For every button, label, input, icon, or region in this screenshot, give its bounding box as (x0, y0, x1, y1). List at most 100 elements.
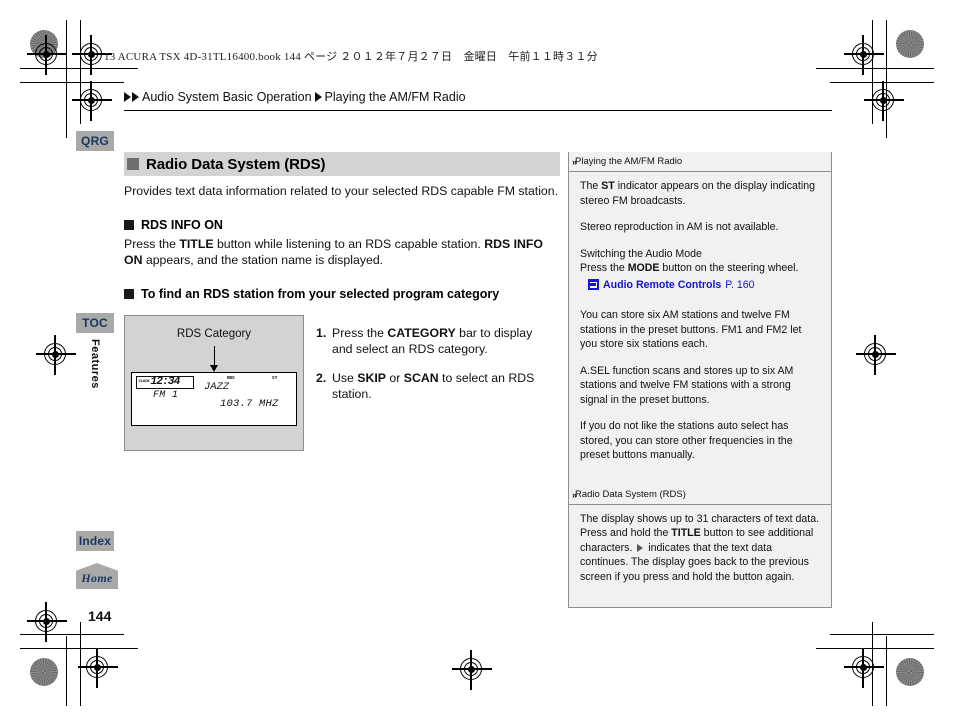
cross-reference-link[interactable]: Audio Remote Controls P. 160 (588, 278, 820, 293)
trim-mark (20, 648, 138, 650)
registration-mark (864, 81, 904, 121)
jump-arrow-icon (588, 279, 599, 291)
trim-mark (20, 82, 124, 84)
side-subheading: Switching the Audio Mode (580, 247, 702, 260)
registration-mark (844, 648, 884, 688)
section-title-bar: Radio Data System (RDS) (124, 152, 560, 176)
side-note-heading-text: Playing the AM/FM Radio (575, 156, 683, 167)
trim-mark (872, 20, 874, 124)
lcd-screen: CLOCK 12:34 FM 1 RDS JAZZ ST 103.7 MHZ (131, 371, 297, 426)
step-number: 2. (316, 370, 327, 385)
lcd-stereo-indicator: ST (272, 375, 278, 381)
step-number: 1. (316, 325, 327, 340)
side-paragraph: Stereo reproduction in AM is not availab… (580, 221, 779, 233)
side-note-body-1: The ST indicator appears on the display … (569, 172, 831, 463)
tab-qrg[interactable]: QRG (76, 131, 114, 151)
breadcrumb: Audio System Basic Operation Playing the… (124, 90, 466, 104)
side-paragraph: A.SEL function scans and stores up to si… (580, 364, 794, 406)
keyword-category-bar: CATEGORY (387, 325, 456, 340)
keyword-title-button: TITLE (671, 527, 701, 539)
page-number: 144 (88, 608, 112, 624)
triangle-right-icon (637, 543, 644, 552)
radio-display-illustration: RDS Category CLOCK 12:34 FM 1 RDS JAZZ S… (124, 314, 304, 451)
keyword-scan-button: SCAN (403, 370, 439, 385)
steps-list: 1. Press the CATEGORY bar to display and… (316, 315, 554, 451)
print-color-blob-bottom-right (896, 658, 924, 686)
text-fragment: Press the (124, 236, 180, 251)
rds-info-on-paragraph: Press the TITLE button while listening t… (124, 236, 560, 269)
side-note-heading-2: » Radio Data System (RDS) (569, 475, 831, 501)
text-fragment: button on the steering wheel. (659, 262, 799, 274)
keyword-skip-button: SKIP (357, 370, 386, 385)
trim-mark (886, 636, 888, 706)
trim-mark (816, 648, 934, 650)
triangle-right-icon (124, 92, 131, 102)
tab-toc[interactable]: TOC (76, 313, 114, 333)
text-fragment: button while listening to an RDS capable… (213, 236, 485, 251)
text-fragment: indicator appears on the display indicat… (580, 180, 815, 207)
text-fragment: appears, and the station name is display… (142, 253, 384, 267)
leader-arrow-icon (210, 364, 218, 372)
illustration-caption: RDS Category (176, 327, 252, 340)
trim-mark (80, 622, 82, 706)
cross-reference-page: P. 160 (725, 278, 755, 291)
breadcrumb-parent[interactable]: Audio System Basic Operation (142, 90, 312, 104)
square-bullet-icon (124, 288, 134, 299)
registration-mark (452, 650, 492, 690)
text-fragment: Use (332, 370, 358, 385)
registration-mark (72, 81, 112, 121)
tab-home[interactable]: Home (76, 563, 118, 589)
text-fragment: Press the (580, 262, 628, 274)
registration-mark (27, 35, 67, 75)
list-item: 1. Press the CATEGORY bar to display and… (316, 325, 554, 358)
step-text: Use SKIP or SCAN to select an RDS statio… (332, 370, 554, 403)
trim-mark (20, 634, 124, 636)
illustration-and-steps: RDS Category CLOCK 12:34 FM 1 RDS JAZZ S… (124, 314, 560, 451)
registration-mark (856, 335, 896, 375)
lcd-category: JAZZ (204, 380, 230, 393)
breadcrumb-child[interactable]: Playing the AM/FM Radio (325, 90, 466, 104)
subsection-title: To find an RDS station from your selecte… (141, 286, 500, 301)
header-divider (124, 110, 832, 112)
list-item: 2. Use SKIP or SCAN to select an RDS sta… (316, 370, 554, 403)
text-fragment: The (580, 180, 602, 192)
side-paragraph: The ST indicator appears on the display … (580, 179, 820, 208)
side-paragraph: Switching the Audio Mode Press the MODE … (580, 247, 820, 276)
keyword-mode-button: MODE (627, 262, 660, 274)
step-text: Press the CATEGORY bar to display and se… (332, 325, 554, 358)
side-note-heading-1: » Playing the AM/FM Radio (569, 152, 831, 168)
keyword-st-indicator: ST (601, 180, 615, 192)
lcd-band: FM 1 (153, 389, 179, 401)
trim-mark (80, 20, 82, 124)
keyword-title-button: TITLE (179, 236, 214, 251)
registration-mark (72, 35, 112, 75)
trim-mark (66, 636, 68, 706)
subsection-find-rds-station: To find an RDS station from your selecte… (124, 287, 560, 301)
registration-mark (27, 602, 67, 642)
trim-mark (816, 68, 934, 70)
tab-features[interactable]: Features (82, 333, 108, 395)
triangle-right-icon (132, 92, 139, 102)
lcd-clock-box: CLOCK 12:34 (136, 375, 194, 389)
trim-mark (66, 20, 68, 138)
registration-mark (36, 335, 76, 375)
double-chevron-right-icon: » (572, 157, 577, 167)
main-content: Radio Data System (RDS) Provides text da… (124, 152, 560, 451)
print-color-blob-top-right (896, 30, 924, 58)
triangle-right-icon (314, 92, 322, 102)
side-note-body-2: The display shows up to 31 characters of… (569, 505, 831, 585)
subsection-title: RDS INFO ON (141, 217, 223, 232)
registration-mark (844, 35, 884, 75)
tab-index[interactable]: Index (76, 531, 114, 551)
cross-reference-title: Audio Remote Controls (603, 278, 722, 291)
side-paragraph: The display shows up to 31 characters of… (580, 512, 820, 585)
side-paragraph: If you do not like the stations auto sel… (580, 420, 793, 461)
square-bullet-icon (127, 158, 139, 170)
text-fragment: or (386, 370, 404, 385)
side-paragraph: You can store six AM stations and twelve… (580, 309, 802, 350)
side-note-panel: » Playing the AM/FM Radio The ST indicat… (568, 152, 832, 608)
side-note-heading-text: Radio Data System (RDS) (575, 488, 686, 500)
intro-paragraph: Provides text data information related t… (124, 184, 559, 198)
page-title: Radio Data System (RDS) (146, 155, 326, 173)
square-bullet-icon (124, 219, 134, 230)
